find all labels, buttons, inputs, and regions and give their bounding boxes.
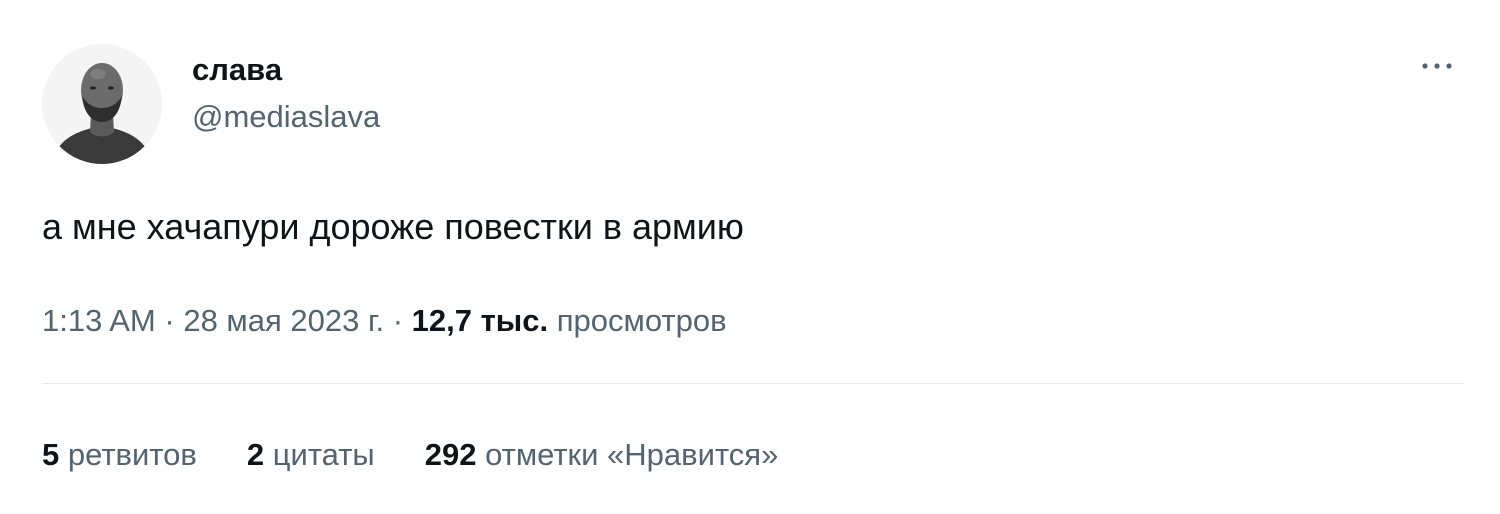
- more-options-button[interactable]: [1415, 50, 1459, 82]
- likes-stat[interactable]: 292 отметки «Нравится»: [425, 434, 779, 476]
- avatar[interactable]: [42, 44, 162, 164]
- likes-label: отметки «Нравится»: [485, 437, 779, 472]
- tweet-text: а мне хачапури дороже повестки в армию: [42, 206, 744, 247]
- views-label: просмотров: [556, 303, 727, 338]
- likes-count: 292: [424, 437, 477, 472]
- meta-separator: ·: [392, 303, 404, 338]
- tweet-meta: 1:13 AM · 28 мая 2023 г. · 12,7 тыс. про…: [42, 300, 727, 342]
- tweet-date[interactable]: 28 мая 2023 г.: [183, 303, 384, 338]
- quotes-stat[interactable]: 2 цитаты: [247, 434, 375, 476]
- views-count: 12,7 тыс.: [411, 303, 549, 338]
- quotes-count: 2: [246, 437, 265, 472]
- retweets-label: ретвитов: [67, 437, 197, 472]
- quotes-label: цитаты: [272, 437, 375, 472]
- avatar-photo-icon: [42, 44, 162, 164]
- more-horizontal-icon: [1422, 63, 1452, 69]
- divider: [42, 383, 1464, 384]
- tweet-card: слава @mediaslava а мне хачапури дороже …: [0, 0, 1500, 514]
- engagement-stats: 5 ретвитов 2 цитаты 292 отметки «Нравитс…: [42, 434, 828, 476]
- retweets-count: 5: [42, 437, 60, 472]
- meta-separator: ·: [164, 303, 175, 338]
- user-handle[interactable]: @mediaslava: [192, 97, 380, 137]
- retweets-stat[interactable]: 5 ретвитов: [42, 434, 197, 476]
- tweet-time[interactable]: 1:13 AM: [42, 303, 156, 338]
- display-name[interactable]: слава: [192, 50, 282, 90]
